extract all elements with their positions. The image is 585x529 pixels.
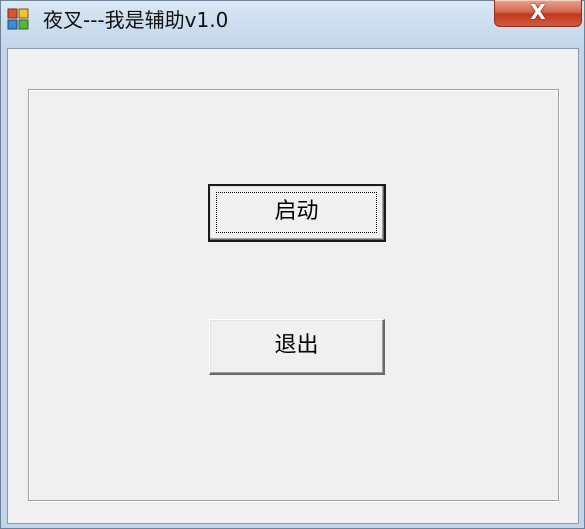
close-icon: X — [530, 0, 546, 24]
title-bar[interactable]: 夜叉---我是辅助v1.0 X — [1, 0, 585, 43]
group-frame — [28, 89, 559, 501]
start-button-label: 启动 — [274, 199, 319, 224]
app-icon — [6, 7, 30, 31]
exit-button-label: 退出 — [274, 333, 319, 358]
app-window: 夜叉---我是辅助v1.0 X 启动 退出 — [0, 0, 585, 529]
exit-button[interactable]: 退出 — [209, 319, 385, 375]
close-button[interactable]: X — [494, 0, 582, 27]
window-title: 夜叉---我是辅助v1.0 — [43, 8, 229, 32]
client-area: 启动 退出 — [7, 48, 579, 524]
start-button[interactable]: 启动 — [208, 184, 386, 242]
